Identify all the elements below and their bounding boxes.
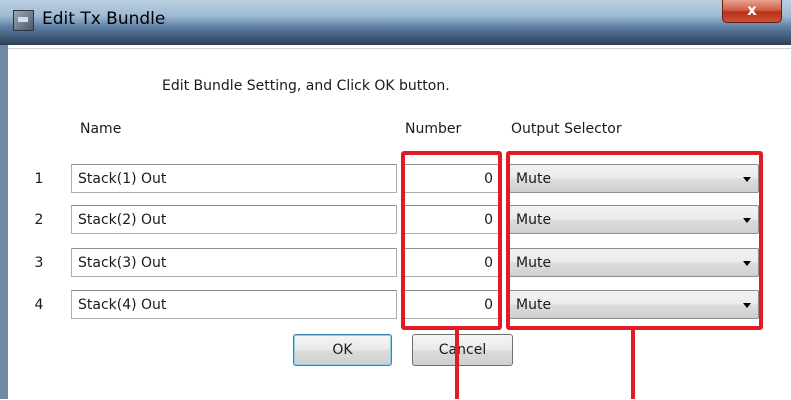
window-frame bbox=[0, 45, 8, 399]
bundle-name-field[interactable]: Stack(1) Out bbox=[71, 164, 397, 193]
bundle-name-field[interactable]: Stack(2) Out bbox=[71, 205, 397, 234]
bundle-name-field[interactable]: Stack(3) Out bbox=[71, 248, 397, 277]
number-column-header: Number bbox=[405, 121, 462, 137]
row-number: 2 bbox=[34, 212, 44, 228]
bundle-name-field[interactable]: Stack(4) Out bbox=[71, 290, 397, 319]
row-number: 3 bbox=[34, 255, 44, 271]
ok-button[interactable]: OK bbox=[293, 334, 392, 366]
number-column-highlight bbox=[401, 151, 502, 330]
number-callout-line bbox=[455, 330, 459, 399]
instruction-text: Edit Bundle Setting, and Click OK button… bbox=[162, 78, 450, 94]
window-title: Edit Tx Bundle bbox=[42, 9, 166, 29]
close-button[interactable]: x bbox=[722, 0, 782, 23]
name-column-header: Name bbox=[80, 121, 122, 137]
title-bar[interactable]: Edit Tx Bundle x bbox=[0, 0, 791, 45]
row-number: 1 bbox=[34, 171, 44, 187]
output-selector-column-header: Output Selector bbox=[511, 121, 622, 137]
cancel-button[interactable]: Cancel bbox=[412, 334, 513, 366]
window-app-icon bbox=[13, 10, 34, 31]
output-callout-line bbox=[631, 330, 635, 399]
row-number: 4 bbox=[34, 297, 44, 313]
output-selector-highlight bbox=[506, 151, 763, 330]
